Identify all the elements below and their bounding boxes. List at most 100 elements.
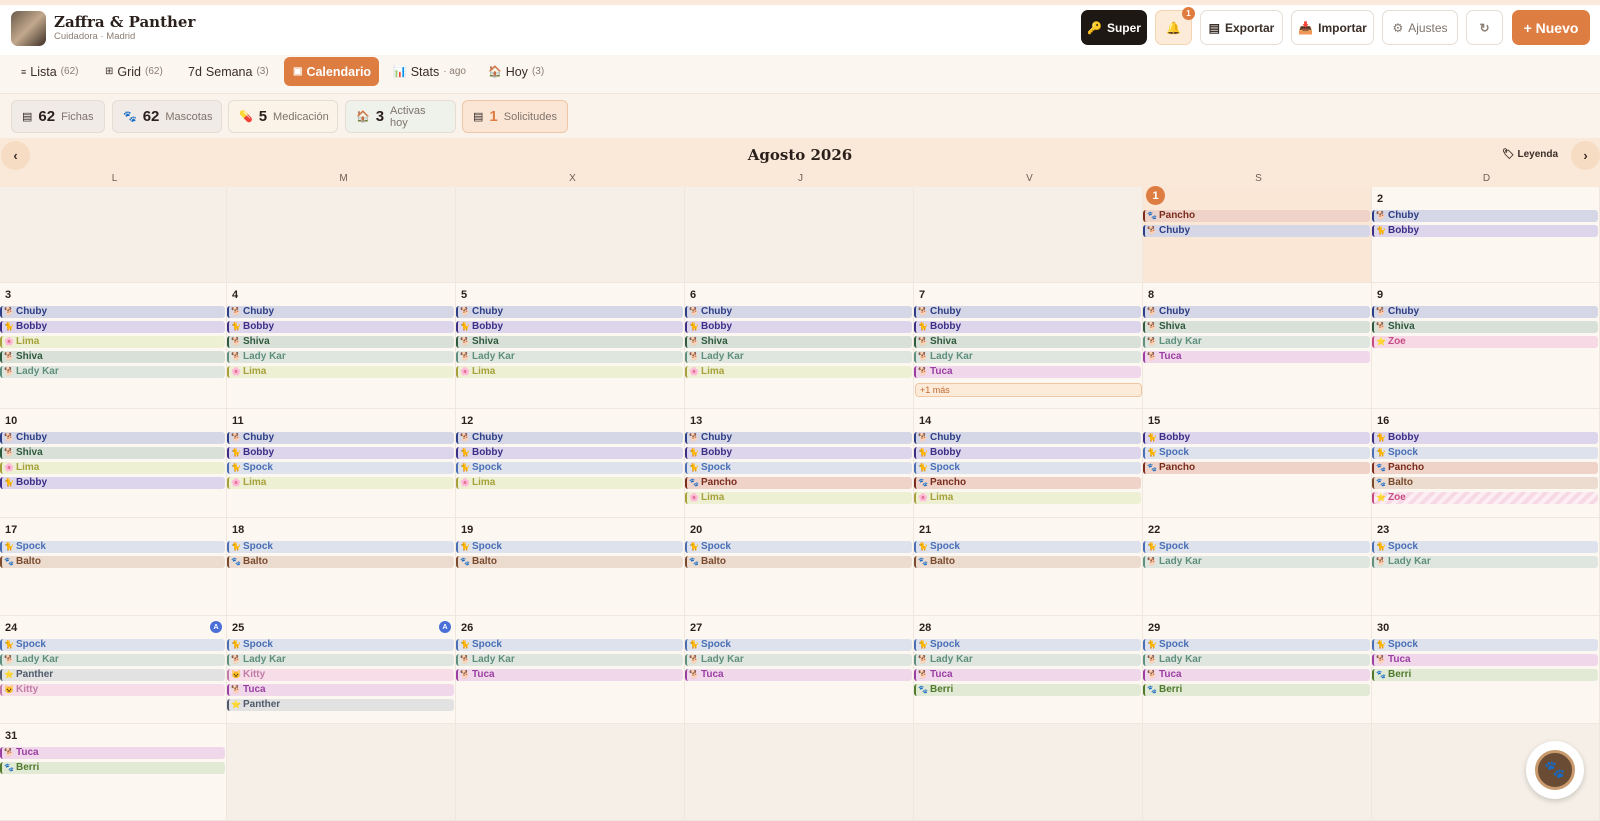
- calendar-day-20[interactable]: 20 🐈 Spock 🐾 Balto: [685, 518, 914, 616]
- calendar-event[interactable]: 🐾 Pancho: [1372, 462, 1598, 474]
- more-events-link[interactable]: +1 más: [915, 383, 1142, 397]
- calendar-event[interactable]: 🐕 Shiva: [1372, 321, 1598, 333]
- stat-activas-hoy[interactable]: 🏠 3 Activas hoy: [345, 100, 456, 133]
- calendar-event[interactable]: 🐾 Balto: [685, 556, 912, 568]
- calendar-day-9[interactable]: 9 🐕 Chuby 🐕 Shiva ⭐ Zoe: [1372, 283, 1600, 409]
- calendar-event[interactable]: 😺 Kitty: [227, 669, 454, 681]
- calendar-event[interactable]: 🐕 Tuca: [1143, 351, 1370, 363]
- calendar-event[interactable]: 🐕 Shiva: [685, 336, 912, 348]
- calendar-day-13[interactable]: 13 🐕 Chuby 🐈 Bobby 🐈 Spock 🐾 Pancho 🌸 Lima: [685, 409, 914, 518]
- calendar-event[interactable]: 🐈 Spock: [1372, 639, 1598, 651]
- calendar-event[interactable]: 🐈 Bobby: [227, 321, 454, 333]
- calendar-event[interactable]: 🌸 Lima: [456, 366, 683, 378]
- tab-stats[interactable]: 📊 Stats · ago: [384, 57, 475, 86]
- calendar-day-18[interactable]: 18 🐈 Spock 🐾 Balto: [227, 518, 456, 616]
- calendar-event[interactable]: 🐈 Spock: [914, 639, 1141, 651]
- calendar-event[interactable]: 🐈 Bobby: [1372, 432, 1598, 444]
- calendar-event[interactable]: 🐈 Spock: [685, 639, 912, 651]
- calendar-event[interactable]: 🐕 Tuca: [227, 684, 454, 696]
- legend-button[interactable]: 🏷 Leyenda: [1502, 149, 1558, 160]
- avatar[interactable]: [11, 11, 46, 46]
- calendar-event[interactable]: 🐾 Balto: [914, 556, 1141, 568]
- calendar-event[interactable]: 🐕 Chuby: [1372, 210, 1598, 222]
- calendar-event[interactable]: 🐕 Lady Kar: [456, 654, 683, 666]
- assistant-button[interactable]: 🐾: [1526, 741, 1584, 799]
- calendar-day-12[interactable]: 12 🐕 Chuby 🐈 Bobby 🐈 Spock 🌸 Lima: [456, 409, 685, 518]
- calendar-day-6[interactable]: 6 🐕 Chuby 🐈 Bobby 🐕 Shiva 🐕 Lady Kar 🌸 Lima: [685, 283, 914, 409]
- calendar-event[interactable]: 🐕 Tuca: [1143, 669, 1370, 681]
- calendar-event[interactable]: 🐾 Balto: [1372, 477, 1598, 489]
- calendar-day-3[interactable]: 3 🐕 Chuby 🐈 Bobby 🌸 Lima 🐕 Shiva 🐕 Lady Kar: [0, 283, 227, 409]
- calendar-event[interactable]: 🐕 Tuca: [914, 366, 1141, 378]
- calendar-day-14[interactable]: 14 🐕 Chuby 🐈 Bobby 🐈 Spock 🐾 Pancho 🌸 Lima: [914, 409, 1143, 518]
- calendar-event[interactable]: 🐾 Pancho: [685, 477, 912, 489]
- calendar-event[interactable]: 🐈 Spock: [1372, 447, 1598, 459]
- calendar-event[interactable]: 🌸 Lima: [227, 366, 454, 378]
- tab-grid[interactable]: ⊞ Grid (62): [96, 57, 172, 86]
- calendar-event[interactable]: 🐕 Chuby: [685, 432, 912, 444]
- calendar-day-26[interactable]: 26 🐈 Spock 🐕 Lady Kar 🐕 Tuca: [456, 616, 685, 724]
- new-button[interactable]: + Nuevo: [1512, 10, 1590, 45]
- calendar-event[interactable]: 🐾 Balto: [456, 556, 683, 568]
- calendar-day-22[interactable]: 22 🐈 Spock 🐕 Lady Kar: [1143, 518, 1372, 616]
- stat-mascotas[interactable]: 🐾 62 Mascotas: [112, 100, 222, 133]
- calendar-event[interactable]: 🐕 Lady Kar: [1143, 654, 1370, 666]
- calendar-event[interactable]: 🐕 Tuca: [685, 669, 912, 681]
- calendar-event[interactable]: 🐈 Spock: [227, 541, 454, 553]
- settings-button[interactable]: ⚙ Ajustes: [1382, 10, 1458, 45]
- calendar-event[interactable]: 🌸 Lima: [0, 336, 225, 348]
- calendar-event[interactable]: ⭐ Zoe: [1372, 492, 1598, 504]
- calendar-event[interactable]: 🌸 Lima: [685, 492, 912, 504]
- calendar-event[interactable]: 😺 Kitty: [0, 684, 225, 696]
- calendar-event[interactable]: 🐈 Spock: [456, 541, 683, 553]
- calendar-event[interactable]: 🐕 Chuby: [1372, 306, 1598, 318]
- calendar-event[interactable]: 🐕 Shiva: [0, 351, 225, 363]
- calendar-event[interactable]: 🐕 Tuca: [0, 747, 225, 759]
- calendar-event[interactable]: 🐕 Chuby: [456, 306, 683, 318]
- calendar-event[interactable]: 🐾 Berri: [0, 762, 225, 774]
- calendar-event[interactable]: 🐕 Lady Kar: [1143, 336, 1370, 348]
- calendar-event[interactable]: 🐕 Lady Kar: [456, 351, 683, 363]
- calendar-event[interactable]: 🐾 Berri: [914, 684, 1141, 696]
- calendar-event[interactable]: ⭐ Zoe: [1372, 336, 1598, 348]
- calendar-event[interactable]: ⭐ Panther: [227, 699, 454, 711]
- tab-lista[interactable]: ≡ Lista (62): [12, 57, 87, 86]
- calendar-day-11[interactable]: 11 🐕 Chuby 🐈 Bobby 🐈 Spock 🌸 Lima: [227, 409, 456, 518]
- export-button[interactable]: ▤ Exportar: [1200, 10, 1283, 45]
- calendar-day-1[interactable]: 1 🐾 Pancho 🐕 Chuby: [1143, 186, 1372, 283]
- calendar-event[interactable]: 🐾 Pancho: [1143, 462, 1370, 474]
- calendar-day-16[interactable]: 16 🐈 Bobby 🐈 Spock 🐾 Pancho 🐾 Balto ⭐ Zoe: [1372, 409, 1600, 518]
- calendar-event[interactable]: 🐕 Shiva: [227, 336, 454, 348]
- calendar-event[interactable]: 🐈 Bobby: [685, 447, 912, 459]
- calendar-event[interactable]: 🐈 Spock: [1143, 639, 1370, 651]
- calendar-event[interactable]: 🐕 Lady Kar: [1143, 556, 1370, 568]
- calendar-event[interactable]: 🐕 Chuby: [685, 306, 912, 318]
- calendar-day-17[interactable]: 17 🐈 Spock 🐾 Balto: [0, 518, 227, 616]
- calendar-event[interactable]: 🐈 Spock: [685, 541, 912, 553]
- calendar-event[interactable]: 🐕 Shiva: [0, 447, 225, 459]
- calendar-event[interactable]: 🐕 Lady Kar: [1372, 556, 1598, 568]
- calendar-day-7[interactable]: 7 🐕 Chuby 🐈 Bobby 🐕 Shiva 🐕 Lady Kar 🐕 Tuca +1 más: [914, 283, 1143, 409]
- stat-fichas[interactable]: ▤ 62 Fichas: [11, 100, 105, 133]
- calendar-event[interactable]: 🐕 Shiva: [456, 336, 683, 348]
- calendar-event[interactable]: 🐕 Lady Kar: [685, 654, 912, 666]
- calendar-event[interactable]: 🐈 Spock: [456, 462, 683, 474]
- calendar-event[interactable]: 🐾 Balto: [0, 556, 225, 568]
- calendar-event[interactable]: 🌸 Lima: [227, 477, 454, 489]
- calendar-event[interactable]: 🐕 Chuby: [456, 432, 683, 444]
- tab-semana[interactable]: 7d Semana (3): [179, 57, 278, 86]
- calendar-day-21[interactable]: 21 🐈 Spock 🐾 Balto: [914, 518, 1143, 616]
- calendar-event[interactable]: 🐕 Lady Kar: [0, 654, 225, 666]
- super-button[interactable]: 🔑 Super: [1081, 10, 1147, 45]
- calendar-day-27[interactable]: 27 🐈 Spock 🐕 Lady Kar 🐕 Tuca: [685, 616, 914, 724]
- calendar-event[interactable]: 🐕 Tuca: [914, 669, 1141, 681]
- calendar-day-25[interactable]: 25 A 🐈 Spock 🐕 Lady Kar 😺 Kitty 🐕 Tuca ⭐ Panther: [227, 616, 456, 724]
- calendar-event[interactable]: 🐕 Chuby: [0, 432, 225, 444]
- calendar-event[interactable]: 🐕 Chuby: [0, 306, 225, 318]
- calendar-event[interactable]: 🌸 Lima: [0, 462, 225, 474]
- calendar-day-30[interactable]: 30 🐈 Spock 🐕 Tuca 🐾 Berri: [1372, 616, 1600, 724]
- calendar-event[interactable]: ⭐ Panther: [0, 669, 225, 681]
- calendar-event[interactable]: 🐈 Bobby: [1143, 432, 1370, 444]
- calendar-event[interactable]: 🐕 Lady Kar: [914, 654, 1141, 666]
- calendar-event[interactable]: 🐕 Lady Kar: [0, 366, 225, 378]
